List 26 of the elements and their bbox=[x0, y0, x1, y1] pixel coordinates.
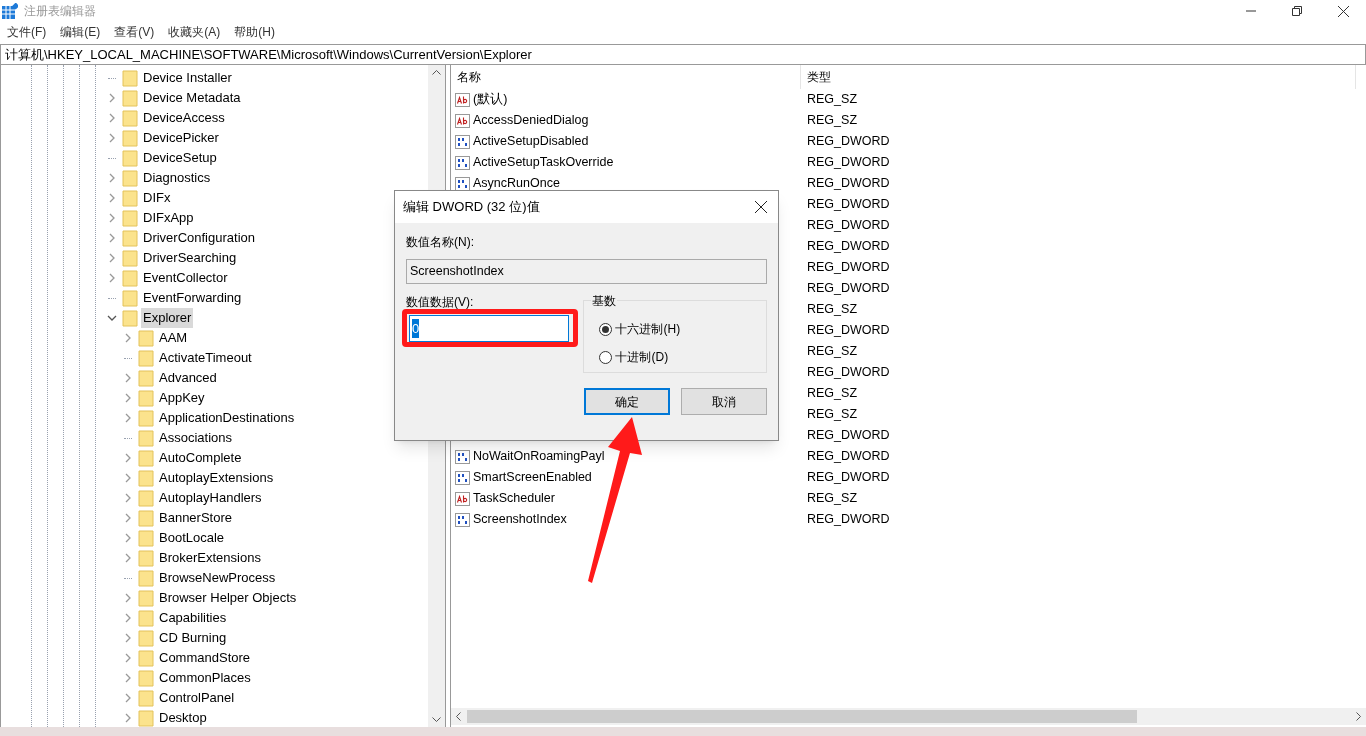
window-title: 注册表编辑器 bbox=[24, 3, 96, 20]
field-label: 数值数据(V): bbox=[406, 294, 475, 311]
value-type: REG_SZ bbox=[806, 301, 857, 319]
value-type: REG_DWORD bbox=[806, 322, 890, 340]
value-type: REG_SZ bbox=[806, 91, 857, 109]
value-type: REG_SZ bbox=[806, 112, 857, 130]
value-type: REG_DWORD bbox=[806, 364, 890, 382]
value-type: REG_SZ bbox=[806, 385, 857, 403]
value-type: REG_DWORD bbox=[806, 427, 890, 445]
value-type: REG_DWORD bbox=[806, 154, 890, 172]
value-type: REG_DWORD bbox=[806, 511, 890, 529]
value-type: REG_DWORD bbox=[806, 448, 890, 466]
value-type: REG_SZ bbox=[806, 490, 857, 508]
value-type: REG_DWORD bbox=[806, 469, 890, 487]
value-type: REG_DWORD bbox=[806, 175, 890, 193]
value-type: REG_DWORD bbox=[806, 280, 890, 298]
group-label: 基数 bbox=[591, 292, 618, 310]
value-type: REG_DWORD bbox=[806, 217, 890, 235]
value-type: REG_DWORD bbox=[806, 259, 890, 277]
field-label: 数值名称(N): bbox=[406, 234, 475, 251]
value-type: REG_SZ bbox=[806, 343, 857, 361]
value-type: REG_DWORD bbox=[806, 133, 890, 151]
dialog-title: 编辑 DWORD (32 位)值 bbox=[403, 198, 540, 217]
value-type: REG_DWORD bbox=[806, 238, 890, 256]
value-type: REG_DWORD bbox=[806, 196, 890, 214]
value-type: REG_SZ bbox=[806, 406, 857, 424]
